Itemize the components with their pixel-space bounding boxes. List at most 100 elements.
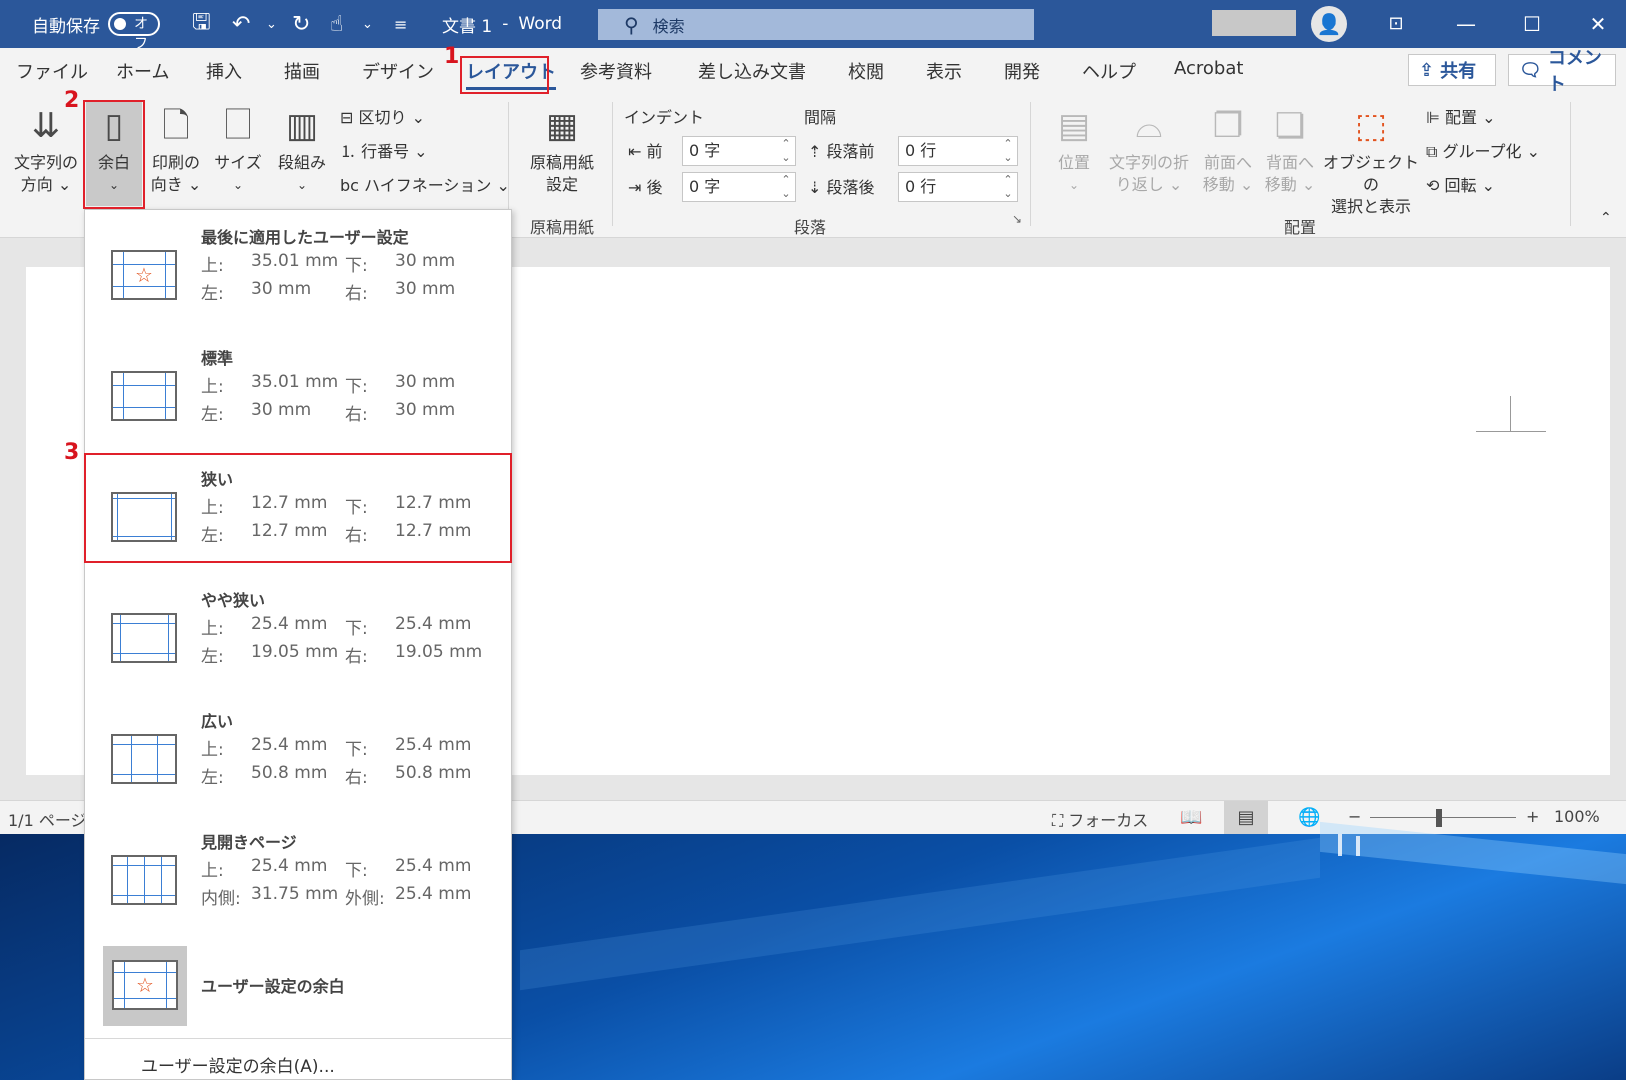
- orientation-button[interactable]: 🗋 印刷の 向き ⌄: [146, 100, 206, 196]
- focus-mode-button[interactable]: ⛶ フォーカス: [1052, 807, 1148, 831]
- indent-after-field[interactable]: 0 字 ⌃ ⌄: [682, 172, 796, 202]
- margin-line: [120, 615, 121, 661]
- group-button[interactable]: ⧉ グループ化 ⌄: [1426, 138, 1540, 162]
- margin-option[interactable]: 標準 上: 35.01 mm 下: 30 mm 左: 30 mm 右: 30 mm: [85, 331, 511, 452]
- margin-option-name: 標準: [201, 349, 234, 368]
- comment-button[interactable]: 🗨 コメント: [1508, 48, 1616, 95]
- text-direction-button[interactable]: ⇊ 文字列の 方向 ⌄: [8, 100, 84, 196]
- redo-icon[interactable]: ↻: [292, 0, 310, 48]
- spinner-icon[interactable]: ⌃ ⌄: [781, 137, 791, 165]
- collapse-ribbon-icon[interactable]: ⌃: [1600, 210, 1612, 226]
- tab-help[interactable]: ヘルプ: [1082, 58, 1136, 84]
- group-genkou-label: 原稿用紙: [529, 218, 594, 237]
- tab-home[interactable]: ホーム: [116, 58, 169, 84]
- bring-forward-icon: ❐: [1212, 106, 1244, 146]
- title-separator: -: [502, 14, 509, 34]
- tab-developer[interactable]: 開発: [1004, 58, 1040, 84]
- space-before-label: ⇡ 段落前: [808, 138, 875, 162]
- paragraph-dialog-launcher-icon[interactable]: ↘: [1012, 212, 1022, 226]
- genkou-settings-button[interactable]: ▦ 原稿用紙 設定: [524, 100, 600, 196]
- margin-preview-thumbnail: [111, 734, 177, 784]
- space-before-field[interactable]: 0 行 ⌃ ⌄: [898, 136, 1018, 166]
- zoom-slider[interactable]: [1370, 817, 1516, 818]
- custom-margins-link[interactable]: ユーザー設定の余白(A)...: [141, 1052, 335, 1077]
- tab-design[interactable]: デザイン: [362, 58, 434, 84]
- top-label: 上:: [201, 256, 224, 276]
- undo-icon[interactable]: ↶: [232, 0, 250, 48]
- space-after-field[interactable]: 0 行 ⌃ ⌄: [898, 172, 1018, 202]
- line-numbers-button[interactable]: ⒈ 行番号 ⌄: [340, 138, 428, 162]
- avatar[interactable]: 👤: [1311, 6, 1347, 42]
- bottom-value: 30 mm: [395, 372, 456, 392]
- close-button[interactable]: ✕: [1568, 0, 1626, 48]
- spinner-icon[interactable]: ⌃ ⌄: [1003, 137, 1013, 165]
- ribbon-display-options-icon[interactable]: ⊡: [1366, 0, 1426, 48]
- indent-after-label: ⇥ 後: [628, 174, 663, 198]
- size-button[interactable]: 🗌 サイズ ⌄: [210, 100, 266, 196]
- print-layout-icon[interactable]: ▤: [1224, 801, 1268, 834]
- search-icon: ⚲: [624, 12, 639, 37]
- annotation-box-margins: [83, 100, 145, 209]
- wrap-text-label-1: 文字列の折: [1108, 153, 1189, 172]
- annotation-number-1: 1: [444, 44, 460, 69]
- breaks-button[interactable]: ⊟ 区切り ⌄: [340, 104, 425, 128]
- tab-mailings[interactable]: 差し込み文書: [698, 58, 806, 84]
- bring-forward-button[interactable]: ❐ 前面へ 移動 ⌄: [1198, 100, 1258, 196]
- send-backward-label-1: 背面へ: [1265, 153, 1314, 172]
- customize-qat-icon[interactable]: ≡: [394, 0, 407, 48]
- wrap-text-icon: ⌓: [1135, 106, 1163, 146]
- spinner-icon[interactable]: ⌃ ⌄: [1003, 173, 1013, 201]
- left-value: 50.8 mm: [251, 763, 328, 783]
- size-chevron-icon: ⌄: [232, 178, 244, 192]
- margin-line: [168, 615, 169, 661]
- touch-mode-dropdown-icon[interactable]: ⌄: [362, 0, 373, 48]
- margin-line: [157, 736, 158, 782]
- autosave-toggle[interactable]: オフ: [108, 12, 160, 52]
- zoom-slider-thumb[interactable]: [1436, 809, 1442, 827]
- send-backward-button[interactable]: ❏ 背面へ 移動 ⌄: [1260, 100, 1320, 196]
- columns-button[interactable]: ▥ 段組み ⌄: [272, 100, 332, 196]
- tab-file[interactable]: ファイル: [16, 58, 88, 84]
- rotate-button[interactable]: ⟲ 回転 ⌄: [1426, 172, 1495, 196]
- custom-margins-thumbnail: ☆: [112, 960, 178, 1010]
- read-mode-icon[interactable]: 📖: [1180, 807, 1202, 828]
- zoom-level[interactable]: 100%: [1554, 807, 1600, 826]
- maximize-button[interactable]: ☐: [1502, 0, 1562, 48]
- tab-insert[interactable]: 挿入: [206, 58, 242, 84]
- indent-before-value: 0 字: [689, 141, 721, 160]
- tab-view[interactable]: 表示: [926, 58, 962, 84]
- web-layout-icon[interactable]: 🌐: [1298, 807, 1320, 828]
- search-box[interactable]: ⚲ 検索: [598, 9, 1034, 40]
- touch-mode-icon[interactable]: ☝: [330, 0, 343, 48]
- position-button[interactable]: ▤ 位置 ⌄: [1044, 100, 1104, 196]
- save-icon[interactable]: 🖫: [192, 0, 211, 48]
- wrap-text-button[interactable]: ⌓ 文字列の折 り返し ⌄: [1106, 100, 1192, 196]
- tab-references[interactable]: 参考資料: [580, 58, 652, 84]
- position-chevron-icon: ⌄: [1068, 178, 1080, 192]
- tab-acrobat[interactable]: Acrobat: [1174, 58, 1243, 84]
- page-count[interactable]: 1/1 ページ: [8, 807, 87, 831]
- align-button[interactable]: ⊫ 配置 ⌄: [1426, 104, 1496, 128]
- indent-before-field[interactable]: 0 字 ⌃ ⌄: [682, 136, 796, 166]
- selection-pane-button[interactable]: ⬚ オブジェクトの 選択と表示: [1322, 100, 1420, 218]
- margin-line: [127, 857, 128, 903]
- tab-draw[interactable]: 描画: [284, 58, 320, 84]
- search-placeholder: 検索: [652, 16, 685, 36]
- margin-option[interactable]: やや狭い 上: 25.4 mm 下: 25.4 mm 左: 19.05 mm 右: 19.05 …: [85, 573, 511, 694]
- margins-dropdown: ☆ 最後に適用したユーザー設定 上: 35.01 mm 下: 30 mm 左: 30 mm 右:…: [84, 209, 512, 1080]
- margin-option[interactable]: 広い 上: 25.4 mm 下: 25.4 mm 左: 50.8 mm 右: 50.8 mm: [85, 694, 511, 815]
- zoom-out-icon[interactable]: −: [1348, 807, 1361, 826]
- spinner-icon[interactable]: ⌃ ⌄: [781, 173, 791, 201]
- zoom-in-icon[interactable]: +: [1526, 807, 1539, 826]
- autosave[interactable]: 自動保存 オフ: [32, 0, 160, 52]
- orientation-label-2: 向き ⌄: [150, 175, 202, 194]
- hyphenation-button[interactable]: bc ハイフネーション ⌄: [340, 172, 510, 196]
- share-button[interactable]: ⇪ 共有: [1408, 54, 1496, 86]
- tab-review[interactable]: 校閲: [848, 58, 884, 84]
- custom-margins-item[interactable]: ☆ ユーザー設定の余白: [85, 940, 511, 1030]
- bottom-value: 25.4 mm: [395, 856, 472, 876]
- undo-dropdown-icon[interactable]: ⌄: [266, 0, 277, 48]
- margin-option[interactable]: ☆ 最後に適用したユーザー設定 上: 35.01 mm 下: 30 mm 左: 30 mm 右:…: [85, 210, 511, 331]
- minimize-button[interactable]: —: [1436, 0, 1496, 48]
- margin-option[interactable]: 見開きページ 上: 25.4 mm 下: 25.4 mm 内側: 31.75 mm 外側: 25…: [85, 815, 511, 936]
